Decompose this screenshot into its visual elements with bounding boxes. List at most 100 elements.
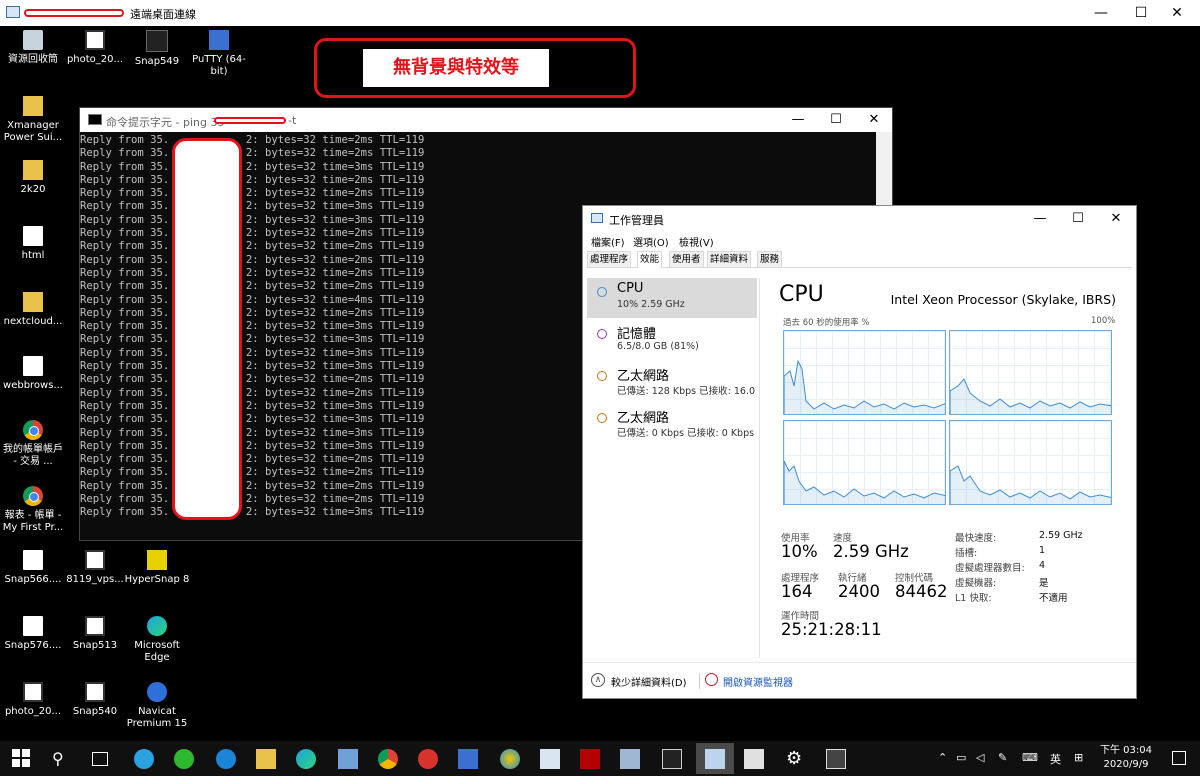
file-explorer-icon[interactable] (256, 749, 276, 769)
desktop-icon[interactable]: 2k20 (0, 160, 66, 196)
notification-icon[interactable] (1172, 751, 1186, 765)
cmd-line: Reply from 35. 2: bytes=32 time=2ms TTL=… (80, 253, 425, 266)
graph-label: 過去 60 秒的使用率 % (783, 318, 870, 328)
desktop-icon-label: 我的帳單帳戶 - 交易 ... (3, 444, 63, 467)
keyboard-icon[interactable]: ⌨ (1022, 751, 1038, 764)
cmd-line: Reply from 35. 2: bytes=32 time=3ms TTL=… (80, 333, 425, 346)
putty-icon[interactable] (458, 749, 478, 769)
fewer-details-button[interactable]: 較少詳細資料(D) (611, 674, 687, 689)
network-icon[interactable]: ▭ (956, 751, 966, 764)
tm-maximize-button[interactable]: ☐ (1059, 206, 1097, 232)
cmd-title-tail: -t (288, 114, 297, 127)
network-app-icon[interactable] (620, 749, 640, 769)
cmd-close-button[interactable]: ✕ (854, 108, 894, 132)
language-icon[interactable]: ⊞ (1074, 751, 1083, 764)
ime-indicator[interactable]: 英 (1050, 751, 1061, 767)
file-icon (23, 550, 43, 570)
desktop-icon[interactable]: Microsoft Edge (124, 616, 190, 664)
desktop-icon[interactable]: 報表 - 帳單 - My First Pr... (0, 486, 66, 534)
desktop-icon[interactable]: 8119_vps... (62, 550, 128, 586)
desktop-icon-label: photo_20... (4, 706, 62, 717)
desktop-icon[interactable]: PuTTY (64-bit) (186, 30, 252, 78)
search-icon[interactable]: ⚲ (52, 749, 72, 769)
rings-app-icon[interactable] (500, 749, 520, 769)
document-app-icon[interactable] (540, 749, 560, 769)
resource-monitor-icon (705, 673, 718, 686)
putty-icon (209, 30, 229, 50)
cmd-minimize-button[interactable]: — (778, 108, 818, 132)
image-file-icon (85, 682, 105, 702)
detail-key: 插槽: (955, 548, 978, 559)
tm-close-button[interactable]: ✕ (1097, 206, 1135, 232)
file-icon (23, 226, 43, 246)
resource-cpu[interactable]: CPU 10% 2.59 GHz (587, 278, 757, 318)
desktop-icon[interactable]: Snap566.... (0, 550, 66, 586)
cmd-taskbar-icon[interactable] (662, 749, 682, 769)
gear-icon[interactable]: ⚙ (786, 749, 806, 769)
cmd-line: Reply from 35. 2: bytes=32 time=3ms TTL=… (80, 399, 425, 412)
task-manager-taskbar-icon[interactable] (705, 749, 725, 769)
media-app-icon[interactable] (744, 749, 764, 769)
menu-view[interactable]: 檢視(V) (679, 234, 714, 249)
chevron-up-icon[interactable]: ⌃ (938, 751, 947, 764)
desktop-icon[interactable]: html (0, 226, 66, 262)
tm-minimize-button[interactable]: — (1021, 206, 1059, 232)
chat-app-icon[interactable] (174, 749, 194, 769)
task-manager-titlebar[interactable]: 工作管理員 — ☐ ✕ (583, 206, 1136, 232)
desktop-icon[interactable]: Snap540 (62, 682, 128, 718)
file-icon (23, 616, 43, 636)
resource-ethernet-2[interactable]: 乙太網路 已傳送: 0 Kbps 已接收: 0 Kbps (587, 404, 757, 444)
desktop-icon[interactable]: photo_20... (0, 682, 66, 718)
desktop-icon[interactable]: HyperSnap 8 (124, 550, 190, 586)
desktop-icon[interactable]: Navicat Premium 15 (124, 682, 190, 730)
resource-ethernet-1[interactable]: 乙太網路 已傳送: 128 Kbps 已接收: 16.0 (587, 362, 757, 402)
telegram-icon[interactable] (134, 749, 154, 769)
tab-users[interactable]: 使用者 (669, 251, 704, 267)
start-windows-icon[interactable] (12, 749, 32, 769)
internet-explorer-icon[interactable] (216, 749, 236, 769)
open-resource-monitor-link[interactable]: 開啟資源監視器 (723, 674, 793, 689)
system-clock[interactable]: 下午 03:04 2020/9/9 (1098, 744, 1154, 772)
pen-icon[interactable]: ✎ (998, 751, 1007, 764)
filezilla-icon[interactable] (580, 749, 600, 769)
desktop-icon-label: Navicat Premium 15 (126, 706, 188, 729)
desktop-icon[interactable]: Snap576.... (0, 616, 66, 652)
folder-icon (23, 160, 43, 180)
desktop-icon-label: 8119_vps... (66, 574, 124, 585)
camera-app-icon[interactable] (826, 749, 846, 769)
chrome-icon[interactable] (378, 749, 398, 769)
desktop-icon[interactable]: 資源回收筒 (0, 30, 66, 66)
volume-icon[interactable]: ◁ (976, 751, 984, 764)
desktop-icon[interactable]: Xmanager Power Sui... (0, 96, 66, 144)
edge-icon[interactable] (296, 749, 316, 769)
tab-services[interactable]: 服務 (757, 251, 783, 267)
desktop-icon[interactable]: nextcloud... (0, 292, 66, 328)
menu-options[interactable]: 選項(O) (633, 234, 669, 249)
tab-performance[interactable]: 效能 (637, 251, 663, 268)
tab-details[interactable]: 詳細資料 (707, 251, 752, 267)
desktop-icon[interactable]: photo_20... (62, 30, 128, 66)
desktop-icon-label: Microsoft Edge (134, 640, 180, 663)
desktop-icon[interactable]: Snap513 (62, 616, 128, 652)
close-button[interactable]: ✕ (1154, 0, 1200, 26)
cmd-titlebar[interactable]: 命令提示字元 - ping 35 -t — ☐ ✕ (80, 108, 892, 132)
resource-sub: 6.5/8.0 GB (81%) (617, 341, 699, 352)
desktop-icon[interactable]: webbrows... (0, 356, 66, 392)
desktop-icon-label: Snap566.... (4, 574, 62, 585)
desktop-icon[interactable]: 我的帳單帳戶 - 交易 ... (0, 420, 66, 468)
edge-icon (147, 616, 167, 636)
task-manager-window[interactable]: 工作管理員 — ☐ ✕ 檔案(F) 選項(O) 檢視(V) 處理程序 效能 使用… (583, 206, 1136, 698)
swirl-app-icon[interactable] (418, 749, 438, 769)
graph-max-label: 100% (1091, 316, 1116, 326)
remote-desktop-icon[interactable] (338, 749, 358, 769)
menu-file[interactable]: 檔案(F) (591, 234, 625, 249)
task-view-icon[interactable] (92, 752, 108, 766)
desktop-icon[interactable]: Snap549 (124, 30, 190, 68)
tab-processes[interactable]: 處理程序 (587, 251, 632, 267)
cmd-maximize-button[interactable]: ☐ (816, 108, 856, 132)
resource-sub: 已傳送: 0 Kbps 已接收: 0 Kbps (617, 428, 755, 439)
resource-memory[interactable]: 記憶體 6.5/8.0 GB (81%) (587, 320, 757, 360)
task-manager-title: 工作管理員 (609, 214, 664, 227)
chevron-up-icon[interactable]: ∧ (591, 673, 605, 687)
detail-key: L1 快取: (955, 593, 992, 604)
